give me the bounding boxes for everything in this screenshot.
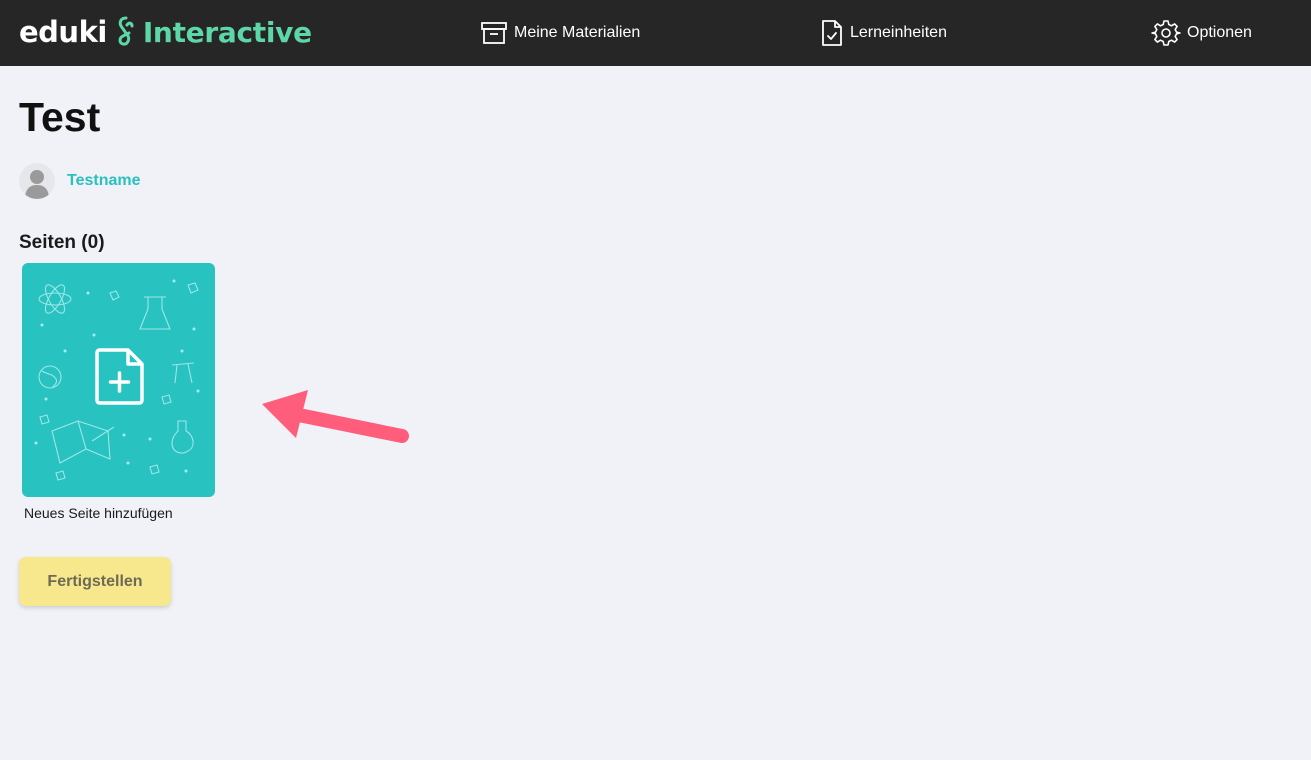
author-name-link[interactable]: Testname: [67, 172, 141, 190]
logo-hand-icon: [115, 16, 137, 48]
nav-meine-materialien-label: Meine Materialien: [514, 24, 641, 41]
logo-eduki-text: eduki: [19, 15, 107, 49]
avatar: [19, 163, 55, 199]
author-info: Testname: [19, 162, 141, 200]
nav-optionen-label: Optionen: [1187, 24, 1252, 41]
page-title: Test: [19, 94, 101, 140]
eduki-interactive-logo[interactable]: eduki Interactive: [19, 12, 312, 52]
nav-lerneinheiten-label: Lerneinheiten: [850, 24, 947, 41]
archive-box-icon: [480, 21, 508, 45]
add-page-illustration: [34, 279, 200, 481]
nav-meine-materialien[interactable]: Meine Materialien: [480, 18, 640, 48]
nav-lerneinheiten[interactable]: Lerneinheiten: [820, 18, 947, 48]
pointer-arrow-annotation: [262, 390, 409, 443]
user-silhouette-icon: [25, 170, 49, 199]
add-page-caption[interactable]: Neues Seite hinzufügen: [24, 505, 173, 521]
top-navigation-bar: eduki Interactive Meine Materialien Lern…: [0, 0, 1311, 66]
add-page-card[interactable]: [22, 263, 215, 497]
pages-heading: Seiten (0): [19, 232, 105, 253]
add-document-icon: [95, 348, 144, 405]
gear-icon: [1151, 18, 1181, 48]
logo-interactive-text: Interactive: [142, 15, 312, 49]
finish-button[interactable]: Fertigstellen: [19, 557, 171, 606]
document-check-icon: [820, 19, 844, 47]
nav-optionen[interactable]: Optionen: [1151, 18, 1252, 48]
